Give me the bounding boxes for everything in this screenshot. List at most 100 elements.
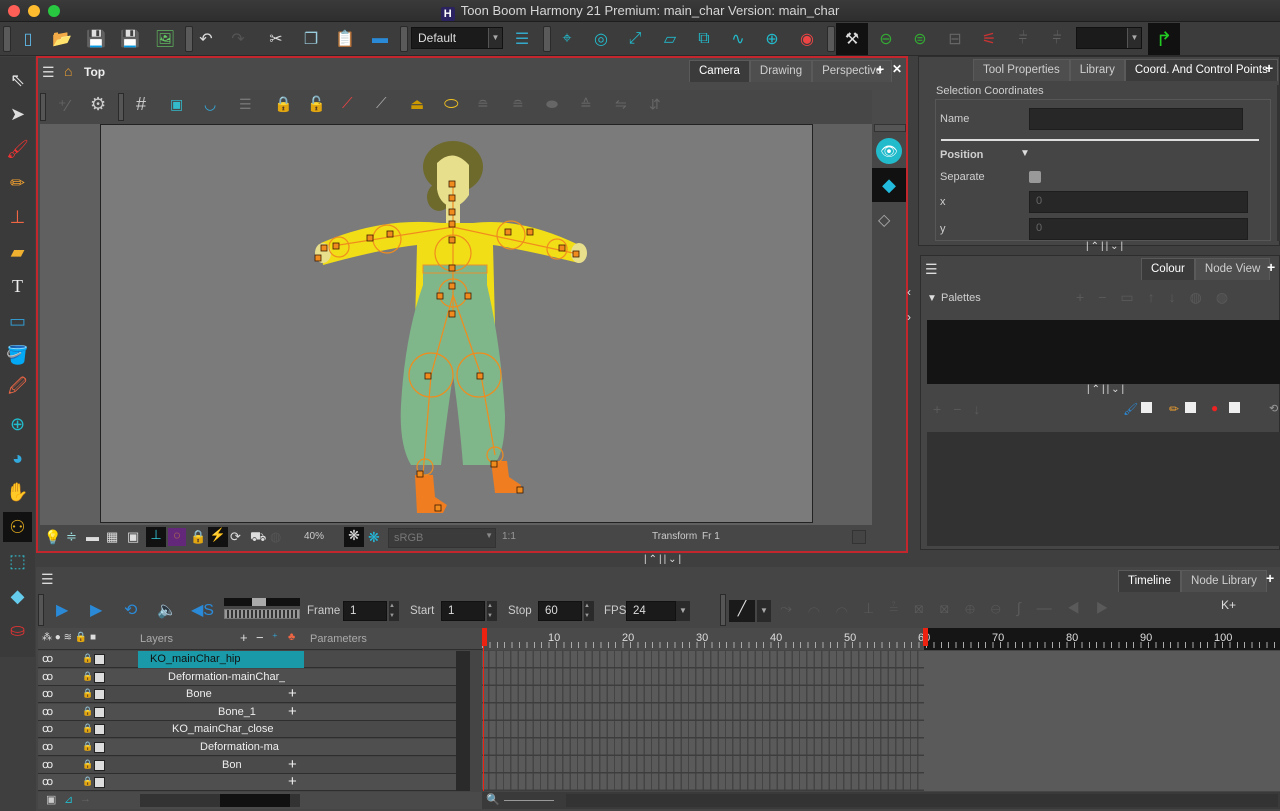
panel-menu-icon[interactable]: ☰ <box>41 571 54 588</box>
layer-colour-swatch[interactable] <box>94 777 105 789</box>
camera-icon[interactable]: ▣ <box>46 793 56 806</box>
header-toggle-icons[interactable]: ⁂ ● ≋ 🔒 ■ <box>42 632 96 643</box>
tab-camera[interactable]: Camera <box>689 60 750 82</box>
add-icon[interactable]: + <box>288 703 297 720</box>
workspace-manager-icon[interactable]: ☰ <box>510 27 534 51</box>
name-field[interactable] <box>1029 108 1243 130</box>
hand-icon[interactable]: ✋ <box>3 477 32 507</box>
add-layer-icon[interactable]: ≘ <box>477 96 489 113</box>
layer-flat-icon[interactable]: ⬬ <box>546 96 558 113</box>
link-colours-icon[interactable]: ⟲ <box>1269 402 1278 415</box>
brush-icon[interactable]: 🖌 <box>3 134 32 164</box>
bone-icon[interactable]: ◉ <box>795 27 819 51</box>
render-preview-icon[interactable]: ⛟ <box>250 529 266 547</box>
zoom-icon[interactable]: 🔍 <box>486 793 500 806</box>
show-strokes-icon[interactable]: ⟋ <box>342 95 353 112</box>
open-scene-icon[interactable]: 📂 <box>50 27 74 51</box>
add-peg-icon[interactable]: ⊥ <box>864 600 890 617</box>
arrow-icon[interactable]: → <box>80 793 91 805</box>
playhead[interactable] <box>483 628 484 791</box>
layer-name-cell[interactable]: Bone <box>138 686 304 703</box>
add-layer-menu-icon[interactable]: ♣ <box>288 631 295 643</box>
colour-down-icon[interactable]: ↓ <box>973 401 992 417</box>
lock-icon[interactable]: 🔒 <box>274 95 293 113</box>
layer-name-cell[interactable]: Deformation-mainChar_ <box>138 669 304 686</box>
frame-field[interactable]: 1 <box>343 601 387 621</box>
stop-motion-icon[interactable]: — <box>1037 600 1068 617</box>
table-icon[interactable]: ▦ <box>106 529 118 545</box>
constraint-icon[interactable]: ⚟ <box>977 27 1001 51</box>
tab-colour[interactable]: Colour <box>1141 258 1195 280</box>
rotate-icon[interactable]: ◎ <box>589 27 613 51</box>
toolbar-grip[interactable] <box>720 594 726 626</box>
peg-icon[interactable]: ⊖ <box>874 27 898 51</box>
chevron-down-icon[interactable]: ▼ <box>676 601 690 621</box>
copy-icon[interactable]: ❐ <box>299 27 323 51</box>
tab-tool-properties[interactable]: Tool Properties <box>973 59 1070 81</box>
stamp-icon[interactable]: ⊥ <box>3 202 32 232</box>
layer-name-cell[interactable]: Bon <box>138 757 304 774</box>
mask-icon[interactable]: ◍ <box>270 529 281 545</box>
layer-colour-swatch[interactable] <box>94 654 105 665</box>
palettes-collapse-icon[interactable]: ▼ <box>927 293 937 304</box>
toolbar-grip[interactable] <box>543 26 551 52</box>
remove-colour-icon[interactable]: − <box>953 401 973 417</box>
visibility-icon[interactable]: ꝏ <box>42 775 53 788</box>
layer-name-cell[interactable]: KO_mainChar_hip <box>138 651 304 668</box>
position-collapse-icon[interactable]: ▼ <box>1020 148 1030 159</box>
mirror-icon[interactable]: ⬭ <box>444 94 459 114</box>
layer-row[interactable]: ꝏ 🔒 KO_mainChar_close <box>38 721 458 739</box>
panel-menu-icon[interactable]: ☰ <box>42 64 55 81</box>
exposure-empty[interactable] <box>924 651 1280 791</box>
lock-icon[interactable]: 🔒 <box>82 688 93 699</box>
camera-mask-icon[interactable]: ⊥ <box>146 527 166 547</box>
breadcrumb-top[interactable]: Top <box>84 65 105 79</box>
text-icon[interactable]: T <box>3 271 32 301</box>
skew-icon[interactable]: ▱ <box>658 27 682 51</box>
tools-icon[interactable]: ⚒ <box>836 23 868 55</box>
ease-curve-icon[interactable]: ⌒ <box>836 600 864 617</box>
add-icon[interactable]: + <box>288 773 297 790</box>
new-scene-icon[interactable]: ▯ <box>16 27 40 51</box>
pivot-icon[interactable]: ⌖ <box>555 27 579 51</box>
loop-icon[interactable]: ⟲ <box>124 600 137 620</box>
import-image-icon[interactable]: 🖼 <box>153 27 177 51</box>
layer-row[interactable]: ꝏ 🔒 Bon + <box>38 756 458 774</box>
playback-jog[interactable] <box>224 609 300 619</box>
scrollbar-thumb[interactable] <box>220 794 290 807</box>
layer-row[interactable]: ꝏ 🔒 Deformation-mainChar_ <box>38 668 458 686</box>
lock-icon[interactable]: 🔒 <box>82 741 93 752</box>
layer-colour-swatch[interactable] <box>94 742 105 753</box>
colour-swatch-list[interactable] <box>927 432 1280 546</box>
reset-view-icon[interactable]: ⟳ <box>230 529 241 545</box>
horizontal-scrollbar[interactable] <box>140 794 300 807</box>
group-icon[interactable]: ⊟ <box>943 27 967 51</box>
color-space-select[interactable]: sRGB ▼ <box>388 528 496 548</box>
fps-field[interactable]: 24 <box>626 601 676 621</box>
panel-splitter-handle[interactable]: |⌃||⌄| <box>1086 241 1125 252</box>
remove-keyframe-icon[interactable]: ⊖ <box>991 600 1017 617</box>
add-view-icon[interactable]: + <box>1265 60 1273 76</box>
layer-stack-icon[interactable]: ≘ <box>512 96 524 113</box>
pencil-colour-swatch[interactable] <box>1185 402 1196 413</box>
delete-frame-icon[interactable]: ⊠ <box>940 600 966 617</box>
add-icon[interactable]: + <box>288 756 297 773</box>
visibility-icon[interactable]: ꝏ <box>42 652 53 665</box>
toolbar-grip[interactable] <box>118 93 124 121</box>
character-rig-drawing[interactable] <box>101 125 814 524</box>
eye-icon[interactable]: 👁 <box>876 138 902 164</box>
layer-colour-swatch[interactable] <box>94 706 105 718</box>
layer-row[interactable]: ꝏ 🔒 KO_mainChar_hip <box>38 651 458 668</box>
layer-name-cell[interactable] <box>138 774 304 791</box>
panel-splitter-handle[interactable]: |⌃||⌄| <box>644 554 683 565</box>
layer-colour-swatch[interactable] <box>94 671 105 683</box>
tab-drawing[interactable]: Drawing <box>749 60 813 82</box>
eraser-icon[interactable]: ▰ <box>3 237 32 267</box>
visibility-icon[interactable]: ꝏ <box>42 687 53 700</box>
morph-icon[interactable]: ∿ <box>726 27 750 51</box>
toolbar-grip[interactable] <box>40 93 46 121</box>
palette-list[interactable] <box>927 320 1280 384</box>
hole-icon[interactable]: ⛀ <box>3 615 32 645</box>
move-down-icon[interactable]: ↓ <box>1169 289 1190 305</box>
layer-colour-swatch[interactable] <box>94 759 105 771</box>
